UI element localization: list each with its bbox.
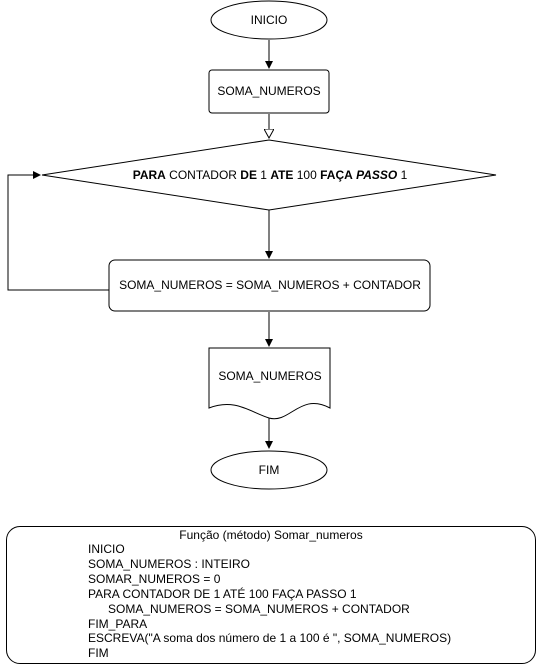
loop-word-contador: CONTADOR	[166, 168, 240, 182]
loop-word-start: 1	[257, 168, 270, 182]
pseudocode-line: ESCREVA("A soma dos número de 1 a 100 é …	[88, 631, 452, 646]
loop-word-passo: PASSO	[356, 168, 398, 182]
loop-word-de: DE	[240, 168, 257, 182]
declare-label: SOMA_NUMEROS	[217, 84, 320, 98]
loop-word-ate: ATE	[270, 168, 293, 182]
pseudocode-line: PARA CONTADOR DE 1 ATÉ 100 FAÇA PASSO 1	[88, 586, 357, 601]
loop-word-end: 100	[293, 168, 320, 182]
loop-word-para: PARA	[133, 168, 166, 182]
output-document	[208, 347, 331, 420]
connector-loop-back	[7, 171, 109, 291]
pseudocode-line: INICIO	[88, 542, 125, 556]
pseudocode-lines: INICIO SOMA_NUMEROS : INTEIRO SOMAR_NUME…	[88, 542, 451, 661]
loop-label: PARA CONTADOR DE 1 ATE 100 FAÇA PASSO 1	[133, 168, 408, 182]
process-label: SOMA_NUMEROS = SOMA_NUMEROS + CONTADOR	[119, 278, 421, 292]
pseudocode-line: SOMAR_NUMEROS = 0	[88, 571, 221, 586]
output-label: SOMA_NUMEROS	[218, 369, 321, 383]
pseudocode-line: SOMA_NUMEROS : INTEIRO	[88, 556, 251, 571]
pseudocode-box: Função (método) Somar_numeros INICIO SOM…	[6, 526, 536, 664]
loop-word-step: 1	[397, 168, 407, 182]
pseudocode-line: SOMA_NUMEROS = SOMA_NUMEROS + CONTADOR	[88, 601, 410, 616]
flowchart: INICIO SOMA_NUMEROS PARA CONTADOR DE 1 A…	[7, 0, 497, 490]
loop-word-faca: FAÇA	[320, 168, 353, 182]
pseudocode-line: FIM_PARA	[88, 616, 148, 631]
end-label: FIM	[259, 463, 280, 477]
pseudocode-line: FIM	[88, 646, 109, 661]
pseudocode-title: Função (método) Somar_numeros	[179, 528, 363, 542]
start-label: INICIO	[251, 13, 288, 27]
